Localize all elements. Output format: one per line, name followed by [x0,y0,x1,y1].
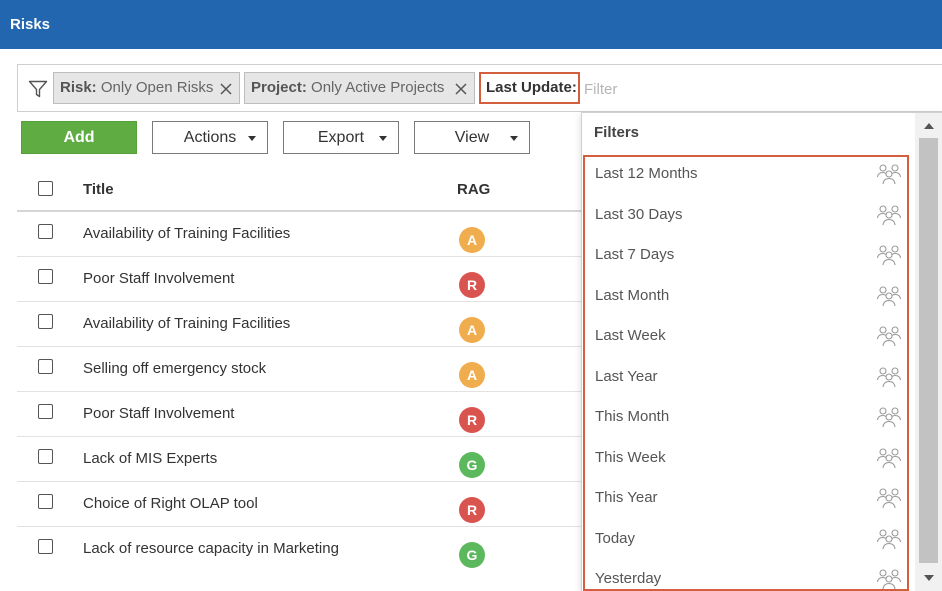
view-button[interactable]: View [414,121,530,154]
chip-key: Project: [251,79,307,96]
table-row[interactable]: Availability of Training Facilities A [17,212,582,257]
chip-value: Only Active Projects [311,79,445,96]
title-bar: Risks [0,0,942,49]
caret-down-icon [510,136,518,141]
rag-badge: A [459,227,485,253]
group-icon [876,407,902,428]
row-title[interactable]: Selling off emergency stock [83,358,343,379]
chip-key: Risk: [60,79,97,96]
group-icon [876,447,902,468]
group-icon [876,245,902,266]
group-icon [876,488,902,509]
row-title[interactable]: Lack of resource capacity in Marketing [83,538,343,559]
filter-input[interactable] [584,81,704,98]
risks-table: Title RAG Availability of Training Facil… [17,167,582,589]
filter-option-label: Last Year [595,367,658,385]
rag-badge: A [459,317,485,343]
row-checkbox[interactable] [38,314,53,329]
scroll-down-arrow-icon[interactable] [924,575,934,581]
group-icon [876,569,902,590]
filter-option-label: This Month [595,408,670,425]
filter-option-label: Today [595,529,636,547]
scroll-up-arrow-icon[interactable] [924,123,934,129]
filter-option[interactable]: Last 30 Days [585,198,907,239]
filter-option-label: Last Month [595,286,670,304]
scroll-thumb[interactable] [919,138,938,563]
group-icon [876,285,902,306]
filter-field-last-update[interactable]: Last Update: [479,72,580,104]
table-row[interactable]: Availability of Training Facilities A [17,302,582,347]
filter-chip-project[interactable]: Project: Only Active Projects [244,72,475,104]
close-icon[interactable] [219,82,233,96]
row-title[interactable]: Availability of Training Facilities [83,223,343,244]
rag-badge: R [459,407,485,433]
filter-option-label: Last Week [595,327,666,344]
filter-option[interactable]: This Week [585,441,907,482]
filter-option[interactable]: This Month [585,400,907,441]
row-checkbox[interactable] [38,539,53,554]
filter-option[interactable]: Last Year [585,360,907,401]
row-checkbox[interactable] [38,449,53,464]
filter-option-label: This Week [595,448,666,466]
table-row[interactable]: Selling off emergency stock A [17,347,582,392]
filter-option-label: Last 7 Days [595,246,675,263]
filter-option[interactable]: Last Month [585,279,907,320]
row-checkbox[interactable] [38,269,53,284]
row-checkbox[interactable] [38,404,53,419]
dropdown-header: Filters [594,124,640,141]
table-row[interactable]: Choice of Right OLAP tool R [17,482,582,527]
row-title[interactable]: Poor Staff Involvement [83,268,343,289]
add-button[interactable]: Add [21,121,137,154]
table-header: Title RAG [17,167,582,212]
filter-chip-risk[interactable]: Risk: Only Open Risks [53,72,240,104]
rag-badge: R [459,272,485,298]
column-header-title[interactable]: Title [83,181,114,198]
table-row[interactable]: Lack of resource capacity in Marketing G [17,527,582,589]
group-icon [876,528,902,549]
filters-dropdown: Filters Last 12 Months Last 30 Days Last… [581,112,942,591]
filter-option[interactable]: Last 7 Days [585,238,907,279]
rag-badge: G [459,452,485,478]
filter-option[interactable]: This Year [585,481,907,522]
filter-option-label: Yesterday [595,570,662,587]
dropdown-scrollbar[interactable] [915,113,942,591]
row-checkbox[interactable] [38,494,53,509]
row-title[interactable]: Lack of MIS Experts [83,448,343,469]
filter-option-label: This Year [595,489,658,506]
row-title[interactable]: Availability of Training Facilities [83,313,343,334]
funnel-icon[interactable] [28,79,48,99]
page-title: Risks [10,16,51,33]
rag-badge: A [459,362,485,388]
group-icon [876,164,902,185]
filter-option-label: Last 30 Days [595,205,683,223]
caret-down-icon [248,136,256,141]
row-checkbox[interactable] [38,359,53,374]
row-title[interactable]: Poor Staff Involvement [83,403,343,424]
group-icon [876,366,902,387]
filter-option[interactable]: Last 12 Months [585,157,907,198]
filter-option[interactable]: Last Week [585,319,907,360]
group-icon [876,204,902,225]
row-title[interactable]: Choice of Right OLAP tool [83,493,343,514]
row-checkbox[interactable] [38,224,53,239]
filter-options-list: Last 12 Months Last 30 Days Last 7 Days … [583,155,909,591]
filter-option[interactable]: Yesterday [585,562,907,591]
table-row[interactable]: Lack of MIS Experts G [17,437,582,482]
filter-bar[interactable]: Risk: Only Open Risks Project: Only Acti… [17,64,942,112]
actions-button[interactable]: Actions [152,121,268,154]
rag-badge: G [459,542,485,568]
group-icon [876,326,902,347]
caret-down-icon [379,136,387,141]
table-row[interactable]: Poor Staff Involvement R [17,392,582,437]
filter-option[interactable]: Today [585,522,907,563]
filter-option-label: Last 12 Months [595,165,698,182]
close-icon[interactable] [454,82,468,96]
select-all-checkbox[interactable] [38,181,53,196]
chip-value: Only Open Risks [100,79,214,96]
table-row[interactable]: Poor Staff Involvement R [17,257,582,302]
column-header-rag[interactable]: RAG [457,181,490,198]
rag-badge: R [459,497,485,523]
export-button[interactable]: Export [283,121,399,154]
